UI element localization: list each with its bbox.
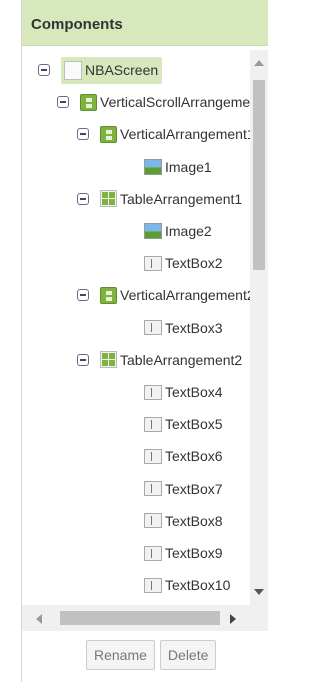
tree-row[interactable]: VerticalArrangement2	[77, 281, 250, 309]
vertical-scrollbar[interactable]	[250, 50, 268, 605]
panel-title: Components	[22, 0, 268, 46]
collapse-toggle-icon[interactable]	[77, 192, 89, 205]
tree-item-label: TableArrangement2	[120, 351, 243, 368]
tree-row[interactable]: TextBox7	[144, 475, 223, 503]
collapse-toggle-icon[interactable]	[38, 64, 50, 76]
tree-item-label: TextBox3	[165, 319, 223, 336]
textbox-icon	[144, 255, 162, 271]
image-icon	[144, 158, 162, 175]
tree-item-label: TextBox7	[165, 480, 223, 497]
tree-item-label: Image1	[165, 158, 212, 175]
collapse-toggle-icon[interactable]	[77, 353, 89, 366]
component-tree: NBAScreen VerticalScrollArrangement1 Verti…	[22, 50, 250, 605]
scroll-down-icon[interactable]	[254, 589, 264, 595]
vertical-scroll-thumb[interactable]	[253, 80, 265, 270]
tree-item-label: Image2	[165, 223, 212, 239]
tree-row[interactable]: TextBox6	[144, 442, 223, 470]
textbox-icon	[144, 513, 162, 529]
tree-row[interactable]: TextBox10	[144, 571, 230, 599]
tree-item-label: VerticalScrollArrangement1	[100, 94, 250, 111]
tree-row[interactable]: Image2	[144, 217, 212, 245]
vertical-arrangement-icon	[100, 286, 117, 304]
tree-row[interactable]: TextBox8	[144, 507, 223, 535]
vertical-arrangement-icon	[80, 93, 97, 111]
tree-row[interactable]: VerticalScrollArrangement1	[57, 88, 250, 116]
tree-item-label: TextBox8	[165, 512, 223, 529]
textbox-icon	[144, 545, 162, 561]
table-arrangement-icon	[100, 190, 117, 208]
scrollbar-corner	[250, 605, 268, 631]
horizontal-scrollbar[interactable]	[22, 605, 250, 631]
scroll-left-icon[interactable]	[36, 614, 42, 624]
tree-item-label: TextBox10	[165, 577, 231, 594]
tree-item-label: TextBox2	[165, 255, 223, 272]
collapse-toggle-icon[interactable]	[57, 96, 69, 109]
textbox-icon	[144, 448, 162, 464]
tree-row[interactable]: VerticalArrangement1	[77, 120, 250, 148]
tree-row[interactable]: TableArrangement1	[77, 185, 242, 213]
table-arrangement-icon	[100, 351, 117, 369]
tree-row[interactable]: TextBox9	[144, 539, 223, 567]
screen-icon	[64, 60, 82, 80]
tree-item-label: TextBox5	[165, 416, 223, 433]
tree-item-label: VerticalArrangement2	[120, 287, 250, 304]
tree-item-label: TextBox6	[165, 448, 223, 465]
textbox-icon	[144, 384, 162, 400]
horizontal-scroll-thumb[interactable]	[60, 611, 220, 625]
tree-row[interactable]: NBAScreen	[38, 56, 163, 84]
tree-row[interactable]: TextBox2	[144, 249, 223, 277]
tree-item-label: VerticalArrangement1	[120, 126, 250, 143]
textbox-icon	[144, 577, 162, 593]
rename-button[interactable]: Rename	[86, 640, 155, 670]
action-buttons: Rename Delete	[86, 640, 217, 670]
components-panel: Components NBAScreen VerticalScrollArrang…	[21, 0, 268, 682]
vertical-arrangement-icon	[100, 125, 117, 143]
tree-item-label: NBAScreen	[85, 62, 159, 78]
tree-row[interactable]: Image1	[144, 153, 212, 181]
tree-item-label: TextBox9	[165, 545, 223, 561]
tree-row[interactable]: TextBox5	[144, 410, 223, 438]
collapse-toggle-icon[interactable]	[77, 128, 89, 141]
scroll-up-icon[interactable]	[254, 60, 264, 66]
delete-button[interactable]: Delete	[159, 640, 217, 670]
image-icon	[144, 223, 162, 239]
tree-row[interactable]: TextBox3	[144, 314, 223, 342]
tree-row[interactable]: TableArrangement2	[77, 346, 242, 374]
textbox-icon	[144, 320, 162, 336]
tree-item-label: TableArrangement1	[120, 190, 243, 207]
tree-row[interactable]: TextBox4	[144, 378, 223, 406]
textbox-icon	[144, 416, 162, 432]
tree-item-label: TextBox4	[165, 384, 223, 400]
scroll-right-icon[interactable]	[230, 614, 236, 624]
textbox-icon	[144, 481, 162, 497]
collapse-toggle-icon[interactable]	[77, 289, 89, 302]
